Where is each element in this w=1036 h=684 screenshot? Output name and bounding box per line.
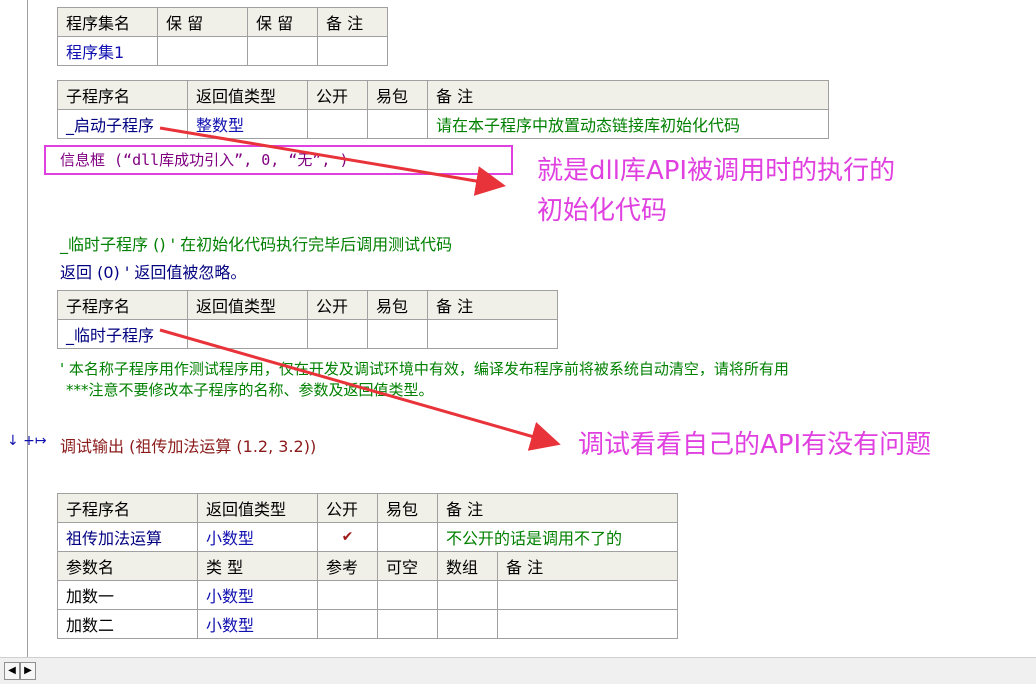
param-header-name: 参数名 (57, 551, 198, 581)
param-array-cell[interactable] (437, 609, 498, 639)
assembly-remark-cell[interactable] (317, 36, 388, 66)
startup-easy-pack-cell[interactable] (367, 109, 428, 139)
startup-header-return-type: 返回值类型 (187, 80, 308, 110)
horizontal-scrollbar[interactable]: ◀ ▶ (0, 657, 1036, 684)
assembly-header-name: 程序集名 (57, 7, 158, 37)
param-array-cell[interactable] (437, 580, 498, 610)
add-return-type-cell[interactable]: 小数型 (197, 522, 318, 552)
code-line-msgbox[interactable]: 信息框 (“dll库成功引入”, 0, “无”, ) (60, 149, 349, 170)
temp-sub-table: 子程序名 返回值类型 公开 易包 备 注 _临时子程序 (57, 290, 558, 349)
param-header-type: 类 型 (197, 551, 318, 581)
temp-header-public: 公开 (307, 290, 368, 320)
startup-sub-table: 子程序名 返回值类型 公开 易包 备 注 _启动子程序 整数型 请在本子程序中放… (57, 80, 829, 139)
assembly-table: 程序集名 保 留 保 留 备 注 程序集1 (57, 7, 388, 66)
add-header-name: 子程序名 (57, 493, 198, 523)
add-sub-table: 子程序名 返回值类型 公开 易包 备 注 祖传加法运算 小数型 ✔ 不公开的话是… (57, 493, 678, 639)
add-sub-name-cell[interactable]: 祖传加法运算 (57, 522, 198, 552)
code-line-debug-output[interactable]: 调试输出 (祖传加法运算 (1.2, 3.2)) (60, 433, 316, 457)
param-row[interactable]: 加数一 小数型 (57, 580, 678, 610)
assembly-reserved-cell-1[interactable] (157, 36, 248, 66)
param-header-nullable: 可空 (377, 551, 438, 581)
temp-header-return-type: 返回值类型 (187, 290, 308, 320)
code-line-return[interactable]: 返回 (0) ' 返回值被忽略。 (60, 259, 246, 283)
code-comment-line1[interactable]: ' 本名称子程序用作测试程序用，仅在开发及调试环境中有效，编译发布程序前将被系统… (60, 358, 789, 379)
assembly-reserved-cell-2[interactable] (247, 36, 318, 66)
line-gutter (0, 0, 28, 657)
add-header-public: 公开 (317, 493, 378, 523)
annotation-debug: 调试看看自己的API有没有问题 (578, 430, 932, 460)
add-easy-pack-cell[interactable] (377, 522, 438, 552)
add-remark-cell[interactable]: 不公开的话是调用不了的 (437, 522, 678, 552)
startup-header-name: 子程序名 (57, 80, 188, 110)
param-header-reference: 参考 (317, 551, 378, 581)
startup-header-public: 公开 (307, 80, 368, 110)
scroll-right-icon[interactable]: ▶ (20, 662, 36, 680)
param-nullable-cell[interactable] (377, 580, 438, 610)
code-line-temp-sub[interactable]: _临时子程序 () ' 在初始化代码执行完毕后调用测试代码 (60, 231, 452, 255)
temp-sub-name-cell[interactable]: _临时子程序 (57, 319, 188, 349)
startup-sub-name-cell[interactable]: _启动子程序 (57, 109, 188, 139)
temp-header-easy-pack: 易包 (367, 290, 428, 320)
param-type-cell[interactable]: 小数型 (197, 609, 318, 639)
param-header-remark: 备 注 (497, 551, 678, 581)
temp-header-remark: 备 注 (427, 290, 558, 320)
add-header-return-type: 返回值类型 (197, 493, 318, 523)
startup-remark-cell[interactable]: 请在本子程序中放置动态链接库初始化代码 (427, 109, 829, 139)
temp-easy-pack-cell[interactable] (367, 319, 428, 349)
temp-public-cell[interactable] (307, 319, 368, 349)
param-row[interactable]: 加数二 小数型 (57, 609, 678, 639)
param-name-cell[interactable]: 加数一 (57, 580, 198, 610)
param-nullable-cell[interactable] (377, 609, 438, 639)
assembly-header-reserved-1: 保 留 (157, 7, 248, 37)
annotation-init-line2: 初始化代码 (537, 196, 668, 226)
param-type-cell[interactable]: 小数型 (197, 580, 318, 610)
temp-remark-cell[interactable] (427, 319, 558, 349)
add-header-remark: 备 注 (437, 493, 678, 523)
param-header-array: 数组 (437, 551, 498, 581)
assembly-header-remark: 备 注 (317, 7, 388, 37)
temp-return-type-cell[interactable] (187, 319, 308, 349)
param-reference-cell[interactable] (317, 609, 378, 639)
startup-header-easy-pack: 易包 (367, 80, 428, 110)
add-header-easy-pack: 易包 (377, 493, 438, 523)
scroll-left-icon[interactable]: ◀ (4, 662, 20, 680)
temp-header-name: 子程序名 (57, 290, 188, 320)
assembly-name-cell[interactable]: 程序集1 (57, 36, 158, 66)
annotation-init-line1: 就是dll库API被调用时的执行的 (537, 156, 896, 186)
param-reference-cell[interactable] (317, 580, 378, 610)
assembly-header-reserved-2: 保 留 (247, 7, 318, 37)
public-check-icon[interactable]: ✔ (317, 522, 378, 552)
param-remark-cell[interactable] (497, 580, 678, 610)
startup-header-remark: 备 注 (427, 80, 829, 110)
startup-return-type-cell[interactable]: 整数型 (187, 109, 308, 139)
param-remark-cell[interactable] (497, 609, 678, 639)
code-editor[interactable]: 程序集名 保 留 保 留 备 注 程序集1 子程序名 返回值类型 公开 易包 备… (0, 0, 1036, 657)
param-name-cell[interactable]: 加数二 (57, 609, 198, 639)
startup-public-cell[interactable] (307, 109, 368, 139)
breakpoint-marker-icon[interactable]: ↓ +↦ (7, 433, 47, 449)
code-comment-line2[interactable]: ***注意不要修改本子程序的名称、参数及返回值类型。 (66, 379, 434, 400)
